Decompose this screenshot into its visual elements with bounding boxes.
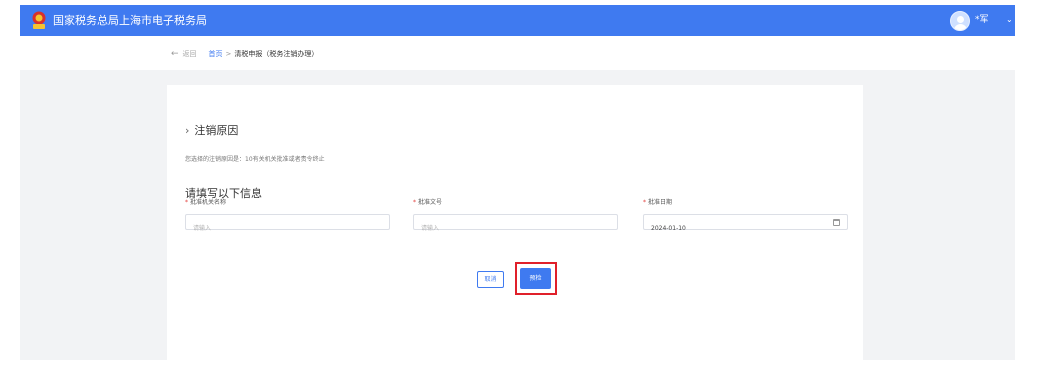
app-title: 国家税务总局上海市电子税务局 [53,14,207,27]
approval-number-field[interactable] [413,214,618,236]
breadcrumb-home-link[interactable]: 首页 [209,50,223,58]
calendar-icon[interactable] [833,219,840,226]
approval-number-label: * 批准文号 [413,198,442,207]
breadcrumb-separator: > [225,50,232,58]
back-arrow-icon[interactable]: ← [171,49,179,59]
approval-date-input[interactable] [644,221,847,236]
approval-authority-label-text: 批准机关名称 [190,199,227,206]
required-mark: * [185,199,188,206]
back-link[interactable]: 返回 [183,50,197,58]
cancel-button[interactable]: 取消 [477,271,504,288]
required-mark: * [413,199,416,206]
chevron-down-icon[interactable]: ⌄ [1006,14,1013,25]
chevron-right-icon: › [185,124,190,137]
approval-authority-field[interactable] [185,214,390,236]
section-title-text: 注销原因 [194,124,239,137]
approval-authority-input[interactable] [186,221,389,236]
approval-authority-label: * 批准机关名称 [185,198,226,207]
precheck-button[interactable]: 预检 [520,268,551,289]
top-navbar: 国家税务总局上海市电子税务局 *军 ⌄ [20,5,1015,36]
breadcrumb-current: 清税申报（税务注销办理） [234,50,319,58]
breadcrumb: ← 返回 首页 > 清税申报（税务注销办理） [171,47,318,61]
approval-number-input[interactable] [414,221,617,236]
cancel-reason-title: › 注销原因 [185,124,238,138]
approval-date-field[interactable] [643,214,848,236]
required-mark: * [643,199,646,206]
approval-date-label-text: 批准日期 [648,199,673,206]
tax-emblem-icon [32,11,46,29]
approval-date-label: * 批准日期 [643,198,672,207]
user-avatar-icon[interactable] [950,11,970,31]
user-name[interactable]: *军 [975,15,989,26]
approval-number-label-text: 批准文号 [418,199,443,206]
cancel-reason-text: 您选择的注销原因是：10有关机关批准或者责令终止 [185,156,325,163]
